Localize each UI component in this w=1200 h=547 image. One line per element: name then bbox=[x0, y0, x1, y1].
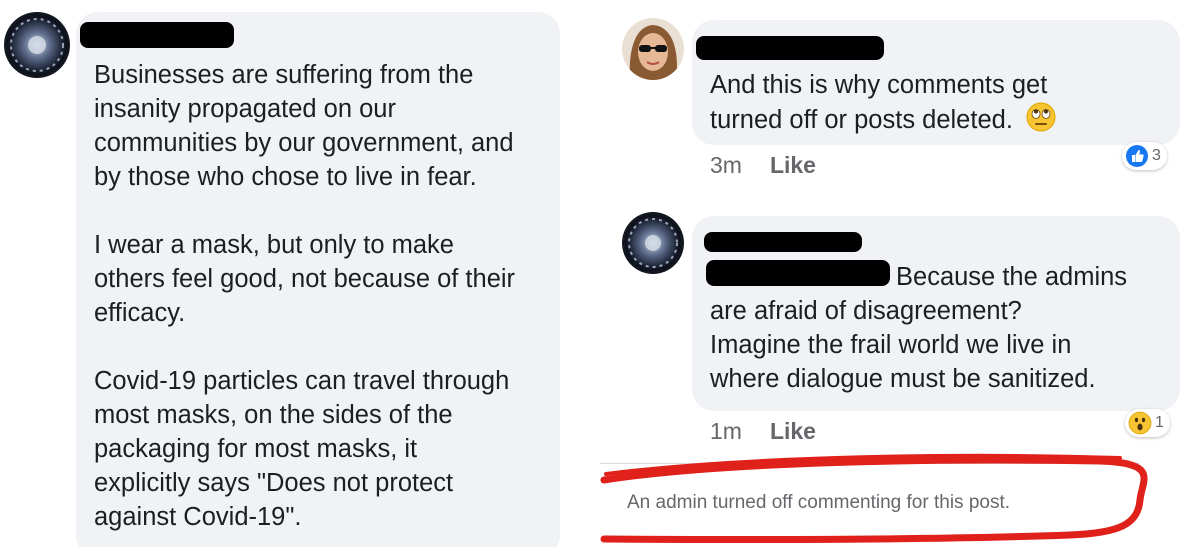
left-screenshot: Businesses are suffering from the insani… bbox=[0, 0, 590, 547]
red-highlight-circle bbox=[600, 453, 1148, 544]
user-avatar[interactable] bbox=[4, 12, 70, 78]
comment-paragraph: Covid-19 particles can travel through mo… bbox=[94, 364, 554, 534]
comment-line: I wear a mask, but only to make bbox=[94, 231, 454, 259]
comment-line: packaging for most masks, it bbox=[94, 435, 418, 463]
panel-divider bbox=[590, 0, 600, 547]
comment-line: explicitly says "Does not protect bbox=[94, 469, 454, 497]
comment-line: insanity propagated on our bbox=[94, 95, 396, 123]
comment-line: Covid-19 particles can travel through bbox=[94, 367, 510, 395]
avatar-image bbox=[4, 12, 70, 78]
comment-line: communities by our government, and bbox=[94, 129, 514, 157]
comment-paragraph: Businesses are suffering from the insani… bbox=[94, 58, 554, 194]
comment-line: efficacy. bbox=[94, 299, 186, 327]
right-screenshot: And this is why comments get turned off … bbox=[600, 0, 1200, 547]
comment-line: by those who chose to live in fear. bbox=[94, 163, 477, 191]
redacted-username bbox=[80, 22, 234, 48]
comment-paragraph: I wear a mask, but only to make others f… bbox=[94, 228, 554, 330]
comment-line: others feel good, not because of their bbox=[94, 265, 516, 293]
comment-body: Businesses are suffering from the insani… bbox=[94, 58, 554, 534]
comment-line: against Covid-19". bbox=[94, 503, 302, 531]
comment-line: most masks, on the sides of the bbox=[94, 401, 453, 429]
comment-line: Businesses are suffering from the bbox=[94, 61, 474, 89]
